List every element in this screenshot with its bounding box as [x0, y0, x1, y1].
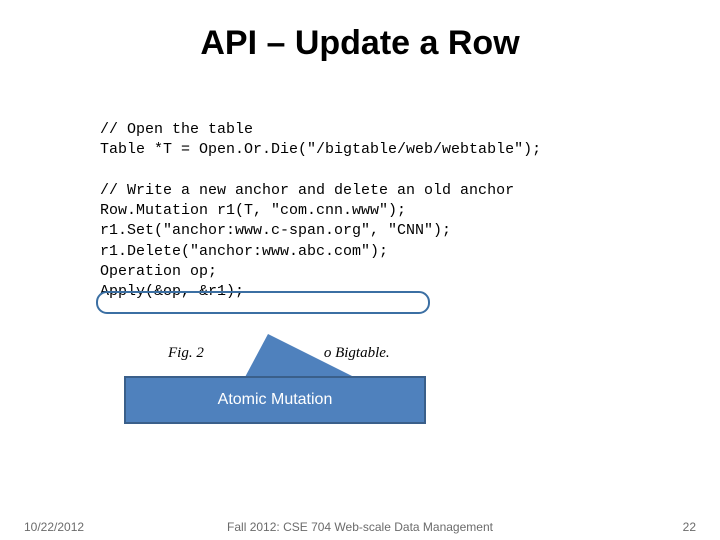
callout-box: Atomic Mutation — [124, 376, 426, 424]
footer-center: Fall 2012: CSE 704 Web-scale Data Manage… — [0, 520, 720, 534]
callout: Atomic Mutation — [124, 334, 426, 424]
highlight-box — [96, 291, 430, 314]
code-line: r1.Set("anchor:www.c-span.org", "CNN"); — [100, 222, 451, 239]
code-line: // Open the table — [100, 121, 253, 138]
code-block: // Open the table Table *T = Open.Or.Die… — [100, 120, 541, 302]
page-title: API – Update a Row — [0, 0, 720, 63]
footer-page-number: 22 — [683, 520, 696, 534]
slide: API – Update a Row // Open the table Tab… — [0, 0, 720, 540]
code-line: // Write a new anchor and delete an old … — [100, 182, 514, 199]
callout-arrow-icon — [244, 334, 358, 379]
code-line: r1.Delete("anchor:www.abc.com"); — [100, 243, 388, 260]
code-line: Row.Mutation r1(T, "com.cnn.www"); — [100, 202, 406, 219]
code-line: Table *T = Open.Or.Die("/bigtable/web/we… — [100, 141, 541, 158]
code-line: Operation op; — [100, 263, 217, 280]
callout-text: Atomic Mutation — [218, 391, 333, 409]
